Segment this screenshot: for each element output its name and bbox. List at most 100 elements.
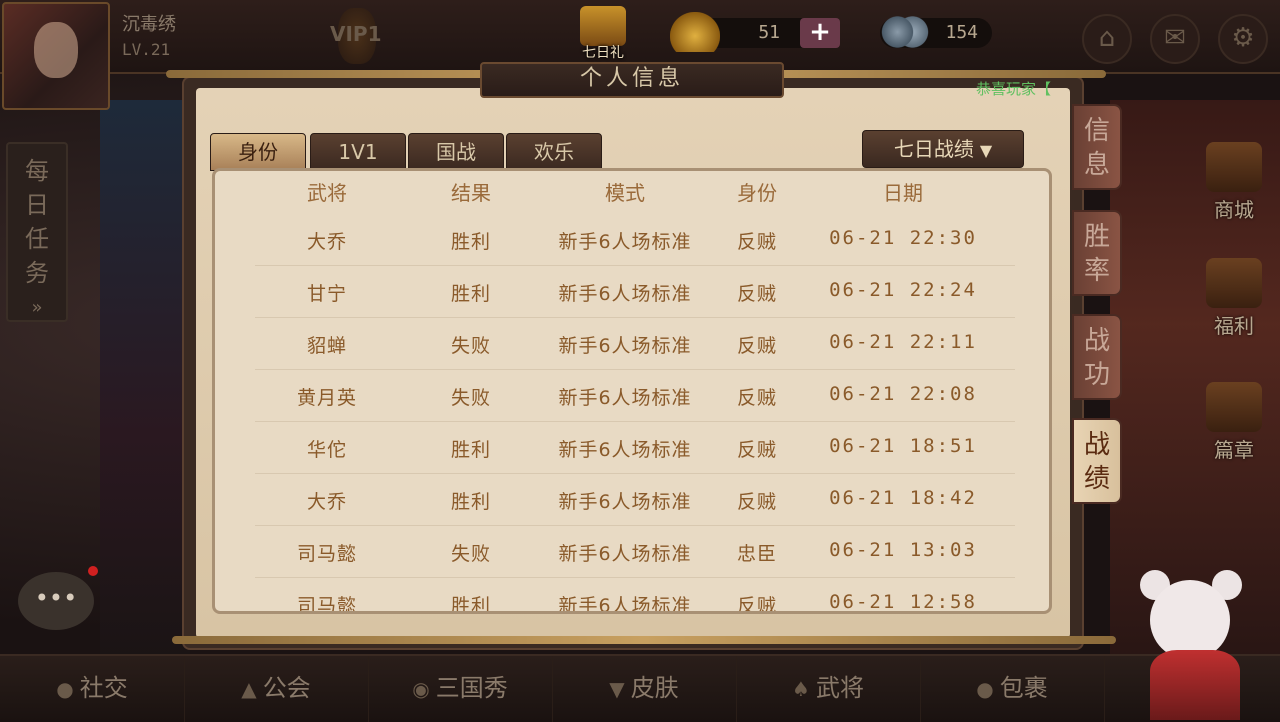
- coin-counter: 154: [880, 12, 992, 52]
- background-art-left: [100, 100, 190, 660]
- cell-date: 06-21 12:58: [829, 591, 977, 613]
- cell-role: 反贼: [736, 231, 777, 253]
- seven-day-record-dropdown[interactable]: 七日战绩 ▼: [862, 130, 1024, 168]
- helmet-icon: ♠: [792, 677, 810, 701]
- nav-skins-label: 皮肤: [630, 674, 679, 702]
- vip-badge[interactable]: VIP1: [330, 22, 382, 46]
- cell-general: 华佗: [306, 439, 347, 461]
- avatar-face: [34, 22, 78, 78]
- cell-date: 06-21 22:08: [829, 383, 977, 405]
- gold-ingot-icon: [670, 12, 720, 52]
- cell-date: 06-21 22:24: [829, 279, 977, 301]
- tab-national-war[interactable]: 国战: [408, 133, 504, 171]
- nav-skins[interactable]: ▼ 皮肤: [552, 656, 737, 722]
- avatar[interactable]: [2, 2, 110, 110]
- showcase-icon: ◉: [412, 677, 430, 701]
- table-row: 貂蝉 失败 新手6人场标准 反贼 06-21 22:11: [255, 317, 1015, 370]
- cell-general: 大乔: [306, 491, 347, 513]
- cell-date: 06-21 18:42: [829, 487, 977, 509]
- side-tab-record[interactable]: 战绩: [1072, 418, 1122, 504]
- welfare-button[interactable]: 福利: [1190, 256, 1278, 340]
- cell-role: 忠臣: [736, 543, 777, 565]
- cell-general: 甘宁: [306, 283, 347, 305]
- cell-date: 06-21 13:03: [829, 539, 977, 561]
- chat-button[interactable]: •••: [18, 572, 94, 630]
- nav-bag[interactable]: ● 包裹: [920, 656, 1105, 722]
- cell-date: 06-21 22:11: [829, 331, 977, 353]
- cell-date: 06-21 18:51: [829, 435, 977, 457]
- nav-guild[interactable]: ▲ 公会: [184, 656, 369, 722]
- add-gold-button[interactable]: +: [800, 18, 840, 48]
- bag-icon: ●: [976, 677, 994, 701]
- expand-arrow-icon: »: [31, 297, 43, 318]
- side-tab-winrate[interactable]: 胜率: [1072, 210, 1122, 296]
- chat-bubble-icon: ●: [56, 677, 74, 701]
- cell-result: 失败: [450, 387, 491, 409]
- mascot-body: [1150, 650, 1240, 720]
- coins-icon: [880, 12, 930, 52]
- dropdown-label: 七日战绩: [893, 137, 974, 161]
- daily-task-button[interactable]: 每日任务 »: [6, 142, 68, 322]
- header-date: 日期: [883, 181, 923, 205]
- nav-bag-label: 包裹: [999, 674, 1048, 702]
- cell-result: 胜利: [450, 439, 491, 461]
- cell-general: 黄月英: [296, 387, 357, 409]
- record-table[interactable]: 武将 结果 模式 身份 日期 大乔 胜利 新手6人场标准 反贼 06-21 22:30 甘…: [212, 168, 1052, 614]
- table-row: 甘宁 胜利 新手6人场标准 反贼 06-21 22:24: [255, 265, 1015, 318]
- nav-generals[interactable]: ♠ 武将: [736, 656, 921, 722]
- cell-result: 胜利: [450, 595, 491, 614]
- tab-fun[interactable]: 欢乐: [506, 133, 602, 171]
- shop-label: 商城: [1214, 198, 1254, 222]
- cell-result: 胜利: [450, 283, 491, 305]
- shop-icon: [1206, 142, 1262, 192]
- side-tab-merit[interactable]: 战功: [1072, 314, 1122, 400]
- seven-day-gift-button[interactable]: 七日礼: [570, 4, 636, 66]
- cell-result: 胜利: [450, 231, 491, 253]
- broadcast-text: 恭喜玩家【: [976, 80, 1052, 98]
- gold-value: 51: [758, 22, 780, 43]
- cell-date: 06-21 22:30: [829, 227, 977, 249]
- gift-label: 七日礼: [582, 45, 624, 61]
- shop-button[interactable]: 商城: [1190, 140, 1278, 224]
- table-row: 黄月英 失败 新手6人场标准 反贼 06-21 22:08: [255, 369, 1015, 422]
- panel-ornament-bottom: [172, 636, 1116, 644]
- cell-role: 反贼: [736, 335, 777, 357]
- tab-1v1[interactable]: 1V1: [310, 133, 406, 171]
- mascot-character[interactable]: [1120, 560, 1280, 720]
- bottom-nav: ● 社交 ▲ 公会 ◉ 三国秀 ▼ 皮肤 ♠ 武将 ● 包裹: [0, 654, 1280, 722]
- cell-general: 大乔: [306, 231, 347, 253]
- player-level: LV.21: [122, 40, 171, 59]
- nav-social-label: 社交: [79, 674, 128, 702]
- chapter-button[interactable]: 篇章: [1190, 380, 1278, 464]
- nav-guild-label: 公会: [262, 674, 311, 702]
- side-tab-info[interactable]: 信息: [1072, 104, 1122, 190]
- header-role: 身份: [737, 181, 777, 205]
- mail-icon[interactable]: ✉: [1150, 14, 1200, 64]
- cell-role: 反贼: [736, 491, 777, 513]
- header-general: 武将: [307, 181, 347, 205]
- settings-icon[interactable]: ⚙: [1218, 14, 1268, 64]
- table-row: 华佗 胜利 新手6人场标准 反贼 06-21 18:51: [255, 421, 1015, 474]
- nav-social[interactable]: ● 社交: [0, 656, 185, 722]
- panel-title: 个人信息: [480, 62, 784, 98]
- gift-box-icon: [580, 6, 626, 46]
- table-row: 大乔 胜利 新手6人场标准 反贼 06-21 18:42: [255, 473, 1015, 526]
- daily-task-label: 每日任务: [25, 157, 49, 287]
- coin-value: 154: [945, 22, 978, 43]
- cell-role: 反贼: [736, 595, 777, 614]
- chapter-label: 篇章: [1214, 438, 1254, 462]
- table-row: 大乔 胜利 新手6人场标准 反贼 06-21 22:30: [255, 213, 1015, 266]
- nav-generals-label: 武将: [815, 674, 864, 702]
- cell-general: 司马懿: [296, 595, 357, 614]
- cell-role: 反贼: [736, 387, 777, 409]
- table-row: 司马懿 失败 新手6人场标准 忠臣 06-21 13:03: [255, 525, 1015, 578]
- table-header: 武将 结果 模式 身份 日期: [215, 171, 1049, 211]
- nav-showcase-label: 三国秀: [435, 674, 508, 702]
- table-row: 司马懿 胜利 新手6人场标准 反贼 06-21 12:58: [255, 577, 1015, 614]
- cell-general: 貂蝉: [306, 335, 347, 357]
- tab-identity[interactable]: 身份: [210, 133, 306, 171]
- nav-showcase[interactable]: ◉ 三国秀: [368, 656, 553, 722]
- cell-general: 司马懿: [296, 543, 357, 565]
- home-icon[interactable]: ⌂: [1082, 14, 1132, 64]
- guild-flag-icon: ▲: [241, 677, 257, 701]
